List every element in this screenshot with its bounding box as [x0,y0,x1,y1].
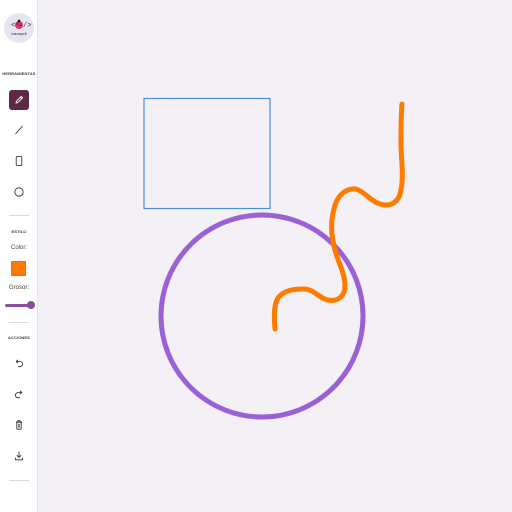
drawn-rectangle [143,97,271,210]
divider-tools [9,215,29,216]
color-picker-swatch[interactable] [11,261,26,276]
circle-icon [14,187,24,197]
download-button[interactable] [9,446,29,466]
actions-section-title: ACCIONES [8,335,30,340]
style-section-title: ESTILO [11,229,27,234]
rectangle-icon [15,156,23,166]
rectangle-tool-button[interactable] [9,151,29,171]
clear-button[interactable] [9,415,29,435]
pencil-tool-button[interactable] [9,90,29,110]
color-label: Color: [10,245,27,251]
undo-icon [15,359,23,368]
tools-section-title: HERRAMIENTAS [2,71,36,76]
line-tool-button[interactable] [9,120,29,140]
drawn-freehand-stroke [271,101,405,332]
divider-style [9,322,29,323]
logo-text: maicaspelli [11,32,27,36]
drawing-layer [143,97,405,420]
thickness-slider-thumb[interactable] [27,301,35,309]
line-icon [15,125,23,135]
redo-button[interactable] [9,384,29,404]
svg-text:/>: /> [23,22,31,30]
ladybug-logo-icon: < /> maicaspelli [11,19,31,36]
undo-button[interactable] [9,353,29,373]
circle-tool-button[interactable] [9,182,29,202]
thickness-label: Grosor: [8,285,29,291]
drawing-canvas[interactable] [38,0,512,512]
svg-text:<: < [11,22,15,30]
redo-icon [15,390,23,399]
toolbar-sidebar: < /> maicaspelli HERRAMIENTAS ESTILO Col [0,0,38,512]
thickness-slider[interactable] [5,300,35,310]
app-logo: < /> maicaspelli [4,13,34,43]
trash-icon [16,420,22,430]
download-icon [15,451,23,461]
pencil-icon [15,95,24,104]
divider-actions [9,480,29,481]
